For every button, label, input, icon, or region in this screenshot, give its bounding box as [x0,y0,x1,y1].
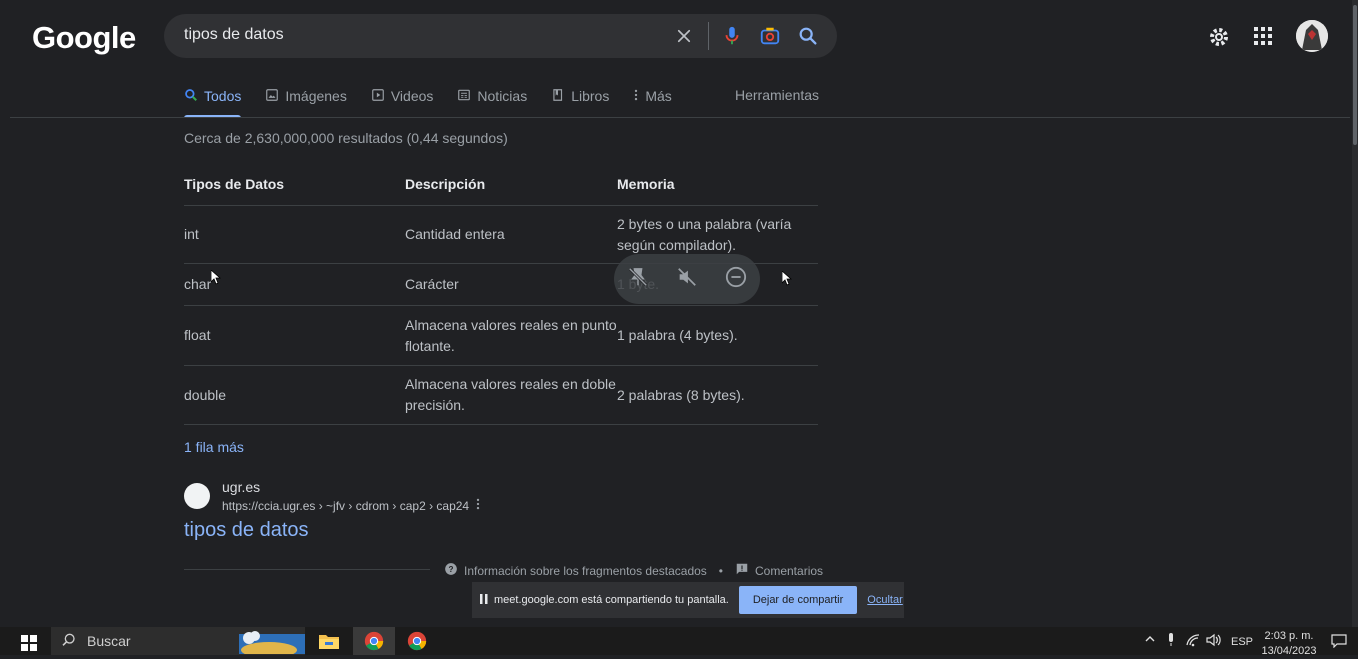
clock-date: 13/04/2023 [1261,645,1317,657]
table-cell: float [184,305,405,366]
more-vert-icon [633,88,639,105]
mouse-cursor-icon [210,269,222,290]
search-divider [708,22,709,50]
chrome-icon[interactable] [407,631,427,656]
input-language[interactable]: ESP [1231,636,1253,648]
snippet-info-link[interactable]: Información sobre los fragmentos destaca… [464,564,707,578]
windows-start-icon[interactable] [21,635,37,656]
tabs-divider [10,117,1350,118]
tools-button[interactable]: Herramientas [735,87,819,103]
remove-icon[interactable] [725,266,747,293]
result-divider [184,569,430,570]
table-row: float Almacena valores reales en punto f… [184,305,818,366]
clear-icon[interactable] [672,24,696,48]
result-options-icon[interactable] [475,497,481,514]
table-cell: 2 palabras (8 bytes). [617,365,818,425]
taskbar-search-label: Buscar [87,633,131,649]
camera-lens-icon[interactable] [758,24,782,48]
tab-noticias[interactable]: Noticias [457,86,527,106]
tab-label: Todos [204,88,242,104]
speaker-icon[interactable] [1206,633,1222,650]
table-cell: Almacena valores reales en doble precisi… [405,365,617,425]
chrome-taskbar-active[interactable] [353,627,395,655]
account-avatar[interactable] [1296,20,1328,52]
column-header: Descripción [405,163,617,206]
tab-label: Más [645,88,672,104]
play-icon [371,88,385,105]
meet-controls-overlay [614,254,760,304]
footer-separator: • [718,563,723,578]
magnifier-icon [61,632,77,651]
wifi-icon[interactable] [1186,633,1200,650]
search-input[interactable]: tipos de datos [184,26,284,44]
screen-share-banner: meet.google.com está compartiendo tu pan… [472,582,904,618]
snippet-footer: ? Información sobre los fragmentos desta… [444,562,823,579]
microphone-icon[interactable] [720,24,744,48]
result-stats: Cerca de 2,630,000,000 resultados (0,44 … [184,130,508,146]
tab-todos[interactable]: Todos [184,86,241,106]
tab-label: Videos [390,88,434,104]
site-favicon [184,483,210,509]
settings-gear-icon[interactable] [1207,25,1231,54]
table-cell: 1 palabra (4 bytes). [617,305,818,366]
tab-libros[interactable]: Libros [551,86,609,106]
microphone-tray-icon[interactable] [1166,633,1176,650]
mouse-cursor-icon [781,270,793,291]
news-icon [457,88,471,105]
weather-highlight-icon [239,626,305,658]
image-icon [265,88,279,105]
pause-icon [480,593,488,607]
table-cell: Carácter [405,263,617,306]
column-header: Tipos de Datos [184,163,405,206]
feedback-icon[interactable] [735,562,749,579]
taskbar-search[interactable]: Buscar [51,626,305,658]
pin-off-icon[interactable] [627,266,649,293]
chevron-up-icon[interactable] [1144,633,1156,648]
tab-label: Noticias [477,88,528,104]
tab-label: Imágenes [285,88,347,104]
feedback-link[interactable]: Comentarios [755,564,823,578]
table-header-row: Tipos de Datos Descripción Memoria [184,163,818,206]
svg-text:?: ? [449,565,454,574]
windows-taskbar: Buscar ESP 2:03 p. m. 13/04/2023 [0,626,1358,658]
result-site-name[interactable]: ugr.es [222,479,260,495]
tab-label: Libros [571,88,610,104]
tab-mas[interactable]: Más [633,86,672,106]
table-cell: int [184,205,405,264]
notifications-icon[interactable] [1331,634,1347,653]
result-url[interactable]: https://ccia.ugr.es › ~jfv › cdrom › cap… [222,499,469,513]
hide-banner-link[interactable]: Ocultar [867,594,902,606]
search-icon [184,88,198,105]
table-cell: double [184,365,405,425]
table-row: double Almacena valores reales en doble … [184,365,818,425]
mute-icon[interactable] [676,266,698,293]
tab-imagenes[interactable]: Imágenes [265,86,347,106]
stop-sharing-button[interactable]: Dejar de compartir [738,586,858,614]
help-icon[interactable]: ? [444,562,458,579]
scrollbar-thumb[interactable] [1353,5,1357,145]
table-cell: Almacena valores reales en punto flotant… [405,305,617,366]
file-explorer-icon[interactable] [318,632,340,655]
book-icon [551,88,565,105]
column-header: Memoria [617,163,818,206]
search-icon[interactable] [796,24,820,48]
google-logo[interactable]: Google [32,20,136,56]
more-rows-link[interactable]: 1 fila más [184,439,244,455]
share-message: meet.google.com está compartiendo tu pan… [494,594,729,606]
apps-grid-icon[interactable] [1253,26,1273,51]
chrome-icon [364,631,384,651]
tab-videos[interactable]: Videos [371,86,434,106]
search-box[interactable]: tipos de datos [164,14,837,58]
table-cell: Cantidad entera [405,205,617,264]
search-tabs: Todos Imágenes Videos Noticias Libros Má… [184,86,696,118]
result-title-link[interactable]: tipos de datos [184,519,309,542]
clock-time: 2:03 p. m. [1264,630,1314,642]
